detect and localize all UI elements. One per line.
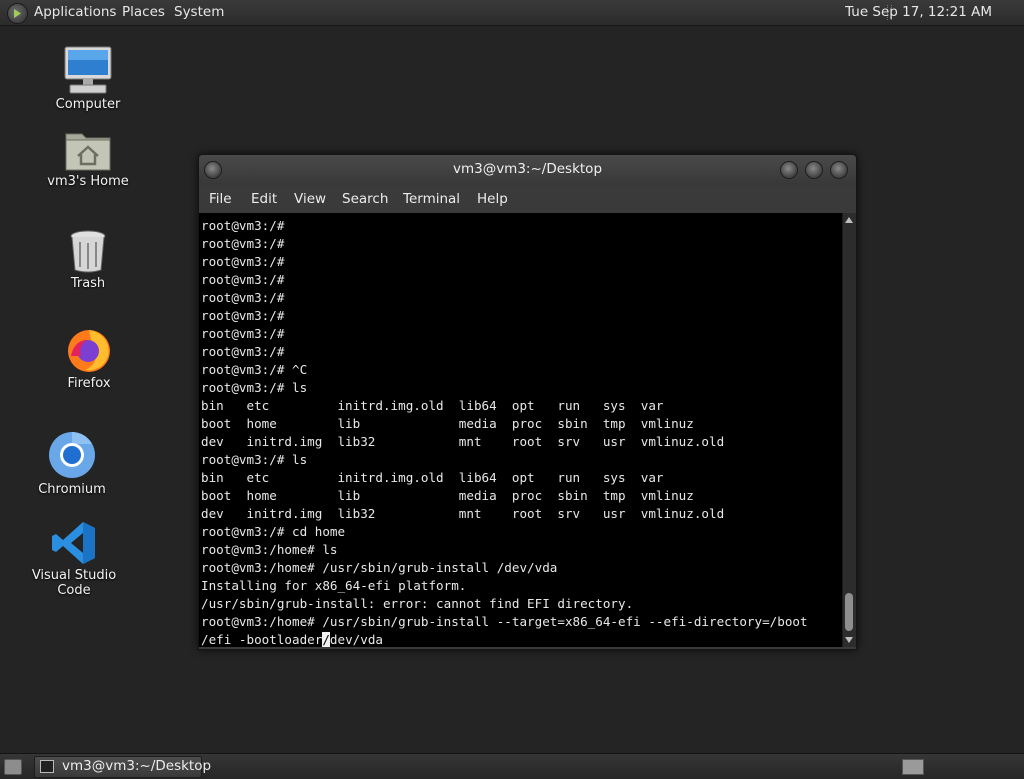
top-panel: Applications Places System Tue Sep 17, 1… — [0, 0, 1024, 26]
clock[interactable]: Tue Sep 17, 12:21 AM — [845, 4, 992, 20]
terminal-scrollbar[interactable] — [842, 213, 856, 647]
terminal-menubar: File Edit View Search Terminal Help — [199, 185, 856, 213]
scroll-up-arrow-icon[interactable] — [845, 217, 853, 223]
menu-view[interactable]: View — [294, 191, 326, 207]
terminal-line: bin etc initrd.img.old lib64 opt run sys… — [201, 398, 664, 413]
terminal-line: root@vm3:/home# ls — [201, 542, 338, 557]
desktop-icon-label: Visual Studio Code — [31, 568, 117, 598]
desktop-icon-label: Trash — [70, 276, 106, 291]
close-button[interactable] — [830, 161, 848, 179]
terminal-icon — [40, 760, 54, 773]
terminal-line: root@vm3:/# — [201, 290, 285, 305]
chromium-icon — [49, 432, 95, 478]
terminal-line: root@vm3:/# — [201, 254, 285, 269]
input-text-after-cursor: dev/vda — [329, 632, 383, 647]
terminal-line: root@vm3:/# — [201, 218, 285, 233]
terminal-line: root@vm3:/# — [201, 308, 285, 323]
menu-terminal[interactable]: Terminal — [403, 191, 460, 207]
system-menu[interactable]: System — [174, 4, 224, 20]
menu-edit[interactable]: Edit — [251, 191, 277, 207]
menu-search[interactable]: Search — [342, 191, 388, 207]
places-menu[interactable]: Places — [122, 4, 165, 20]
applications-menu[interactable]: Applications — [34, 4, 116, 20]
terminal-text: root@vm3:/# root@vm3:/# root@vm3:/# root@vm… — [199, 213, 842, 647]
computer-icon — [64, 46, 112, 94]
terminal-line: root@vm3:/# — [201, 344, 285, 359]
window-titlebar[interactable]: vm3@vm3:~/Desktop — [199, 155, 856, 185]
terminal-line: dev initrd.img lib32 mnt root srv usr vm… — [201, 434, 725, 449]
desktop-icon-chromium[interactable]: Chromium — [17, 430, 127, 497]
terminal-line: Installing for x86_64-efi platform. — [201, 578, 467, 593]
terminal-line: bin etc initrd.img.old lib64 opt run sys… — [201, 470, 664, 485]
home-folder-icon — [65, 133, 111, 171]
terminal-line: /usr/sbin/grub-install: error: cannot fi… — [201, 596, 634, 611]
terminal-line: root@vm3:/# — [201, 236, 285, 251]
desktop-icon-label: Chromium — [38, 482, 106, 497]
scrollbar-thumb[interactable] — [845, 593, 853, 631]
terminal-line: root@vm3:/home# /usr/sbin/grub-install -… — [201, 614, 808, 629]
taskbar-window-label: vm3@vm3:~/Desktop — [62, 758, 212, 774]
terminal-window[interactable]: vm3@vm3:~/Desktop File Edit View Search … — [198, 154, 857, 650]
scroll-down-arrow-icon[interactable] — [845, 637, 853, 643]
terminal-line: boot home lib media proc sbin tmp vmlinu… — [201, 416, 694, 431]
menu-file[interactable]: File — [209, 191, 232, 207]
taskbar-window-button[interactable]: vm3@vm3:~/Desktop — [34, 756, 211, 778]
terminal-line: root@vm3:/# — [201, 272, 285, 287]
desktop-icon-firefox[interactable]: Firefox — [34, 326, 144, 391]
vscode-icon — [52, 522, 95, 564]
terminal-line: root@vm3:/# ls — [201, 380, 308, 395]
text-cursor: / — [322, 632, 330, 647]
terminal-line: root@vm3:/# ^C — [201, 362, 308, 377]
terminal-line: root@vm3:/# ls — [201, 452, 308, 467]
desktop-icon-computer[interactable]: Computer — [33, 45, 143, 112]
trash-icon — [70, 230, 106, 273]
desktop-icon-home[interactable]: vm3's Home — [33, 128, 143, 189]
desktop-icon-vscode[interactable]: Visual Studio Code — [19, 520, 129, 598]
terminal-line: root@vm3:/# cd home — [201, 524, 346, 539]
app-launcher-icon[interactable] — [7, 3, 28, 24]
terminal-line: root@vm3:/home# /usr/sbin/grub-install /… — [201, 560, 558, 575]
menu-help[interactable]: Help — [477, 191, 508, 207]
terminal-output[interactable]: root@vm3:/# root@vm3:/# root@vm3:/# root@vm… — [199, 213, 842, 647]
terminal-input-line[interactable]: /efi -bootloader/dev/vda — [201, 631, 842, 647]
show-desktop-icon[interactable] — [4, 759, 22, 775]
desktop-icon-trash[interactable]: Trash — [33, 228, 143, 291]
minimize-button[interactable] — [780, 161, 798, 179]
terminal-line: dev initrd.img lib32 mnt root srv usr vm… — [201, 506, 725, 521]
terminal-line: boot home lib media proc sbin tmp vmlinu… — [201, 488, 694, 503]
terminal-line: root@vm3:/# — [201, 326, 285, 341]
window-title: vm3@vm3:~/Desktop — [452, 161, 603, 177]
bottom-panel: vm3@vm3:~/Desktop — [0, 753, 1024, 779]
desktop-icon-label: Firefox — [67, 376, 111, 391]
maximize-button[interactable] — [805, 161, 823, 179]
desktop-icon-label: Computer — [55, 97, 121, 112]
desktop-icon-label: vm3's Home — [47, 174, 129, 189]
workspace-switcher[interactable] — [902, 759, 924, 775]
input-text-before-cursor: /efi -bootloader — [201, 632, 323, 647]
firefox-icon — [68, 330, 110, 372]
